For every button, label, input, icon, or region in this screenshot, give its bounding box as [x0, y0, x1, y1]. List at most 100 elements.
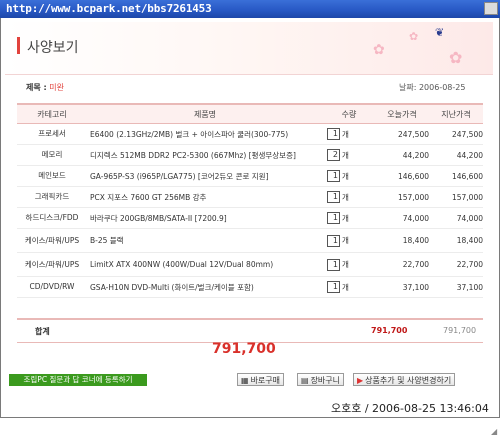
add-change-button[interactable]: ▶ 상품추가 및 사양변경하기 — [353, 373, 456, 386]
date-line: 날짜: 2006-08-25 — [399, 82, 465, 93]
shop-icon: ▦ — [241, 376, 249, 385]
row-prev-price: 22,700 — [429, 252, 483, 277]
table-row: 메인보드 GA-965P-S3 (i965P/LGA775) [코어2듀오 콘로… — [17, 165, 483, 187]
row-qty: 1개 — [323, 123, 375, 145]
row-qty: 1개 — [323, 228, 375, 253]
row-qty: 2개 — [323, 144, 375, 166]
flower-icon: ✿ — [409, 30, 419, 43]
row-product: 바라쿠다 200GB/8MB/SATA-II [7200.9] — [87, 207, 323, 229]
table-row: 메모리 디지렉스 512MB DDR2 PC2-5300 (667Mhz) [평… — [17, 144, 483, 166]
total-prev-price: 791,700 — [443, 326, 477, 335]
table-row: 프로세서 E6400 (2.13GHz/2MB) 벌크 + 아이스파아 쿨러(3… — [17, 123, 483, 145]
total-label: 합계 — [35, 327, 50, 336]
row-qty: 1개 — [323, 207, 375, 229]
row-category: 케이스/파워/UPS — [17, 252, 87, 277]
row-product: LimitX ATX 400NW (400W/Dual 12V/Dual 80m… — [87, 252, 323, 277]
row-product: GSA-H10N DVD-Multi (화이트/벌크/케이블 포함) — [87, 276, 323, 298]
row-product: E6400 (2.13GHz/2MB) 벌크 + 아이스파아 쿨러(300-77… — [87, 123, 323, 145]
row-today-price: 44,200 — [375, 144, 429, 166]
subject-line: 제목 : 미완 — [26, 82, 64, 93]
qty-input[interactable]: 1 — [327, 234, 340, 247]
qty-input[interactable]: 2 — [327, 149, 340, 161]
butterfly-icon: ❦ — [435, 26, 445, 39]
row-prev-price: 37,100 — [429, 276, 483, 298]
row-product: PCX 지포스 7600 GT 256MB 강추 — [87, 186, 323, 208]
qty-unit: 개 — [342, 192, 349, 202]
buy-now-label: 바로구매 — [250, 376, 281, 385]
spec-table: 카테고리 제품명 수량 오늘가격 지난가격 프로세서 E6400 (2.13GH… — [17, 103, 483, 298]
qty-input[interactable]: 1 — [327, 128, 340, 140]
row-prev-price: 18,400 — [429, 228, 483, 253]
row-qty: 1개 — [323, 276, 375, 298]
col-header-prev-price: 지난가격 — [429, 103, 483, 124]
row-category: 케이스/파워/UPS — [17, 228, 87, 253]
close-icon[interactable] — [484, 2, 498, 15]
register-qna-button[interactable]: 조립PC 질문과 답 코너에 등록하기 — [9, 374, 147, 386]
table-row: 하드디스크/FDD 바라쿠다 200GB/8MB/SATA-II [7200.9… — [17, 207, 483, 229]
row-prev-price: 146,600 — [429, 165, 483, 187]
grand-total: 791,700 — [212, 341, 276, 357]
resize-grip-icon[interactable]: ◢ — [491, 427, 499, 436]
qty-input[interactable]: 1 — [327, 258, 340, 271]
col-header-product: 제품명 — [87, 103, 323, 124]
total-today-price: 791,700 — [371, 326, 408, 335]
row-qty: 1개 — [323, 252, 375, 277]
row-today-price: 247,500 — [375, 123, 429, 145]
page-title: 사양보기 — [27, 40, 79, 56]
url-overlay-text: http://www.bcpark.net/bbs7261453 — [6, 2, 212, 15]
row-qty: 1개 — [323, 186, 375, 208]
qty-input[interactable]: 1 — [327, 170, 340, 182]
row-prev-price: 247,500 — [429, 123, 483, 145]
add-change-label: 상품추가 및 사양변경하기 — [365, 376, 452, 385]
row-product: GA-965P-S3 (i965P/LGA775) [코어2듀오 콘로 지원] — [87, 165, 323, 187]
row-prev-price: 74,000 — [429, 207, 483, 229]
buy-now-button[interactable]: ▦ 바로구매 — [237, 373, 285, 386]
row-category: 하드디스크/FDD — [17, 207, 87, 229]
qty-unit: 개 — [342, 171, 349, 181]
cart-icon: ▤ — [301, 376, 309, 385]
table-row: CD/DVD/RW GSA-H10N DVD-Multi (화이트/벌크/케이블… — [17, 276, 483, 298]
qty-unit: 개 — [342, 236, 349, 245]
watermark-text: 오호호 / 2006-08-25 13:46:04 — [331, 402, 489, 415]
row-qty: 1개 — [323, 165, 375, 187]
qty-unit: 개 — [342, 150, 349, 160]
row-category: 그래픽카드 — [17, 186, 87, 208]
cart-label: 장바구니 — [310, 376, 341, 385]
qty-input[interactable]: 1 — [327, 191, 340, 203]
table-row: 그래픽카드 PCX 지포스 7600 GT 256MB 강추 1개 157,00… — [17, 186, 483, 208]
cart-button[interactable]: ▤ 장바구니 — [297, 373, 345, 386]
arrow-right-icon: ▶ — [357, 376, 364, 385]
row-category: 프로세서 — [17, 123, 87, 145]
table-row: 케이스/파워/UPS B-25 블랙 1개 18,400 18,400 — [17, 228, 483, 253]
col-header-category: 카테고리 — [17, 103, 87, 124]
flower-icon: ✿ — [449, 48, 463, 67]
total-row: 합계 791,700 791,700 — [17, 318, 483, 343]
popup-window: 사양보기 ✿ ✿ ✿ ❦ 제목 : 미완 날짜: 2006-08-25 카테고리… — [0, 18, 500, 436]
flower-icon: ✿ — [373, 42, 385, 58]
row-prev-price: 44,200 — [429, 144, 483, 166]
table-row: 케이스/파워/UPS LimitX ATX 400NW (400W/Dual 1… — [17, 252, 483, 277]
qty-input[interactable]: 1 — [327, 281, 340, 293]
page-header: 사양보기 ✿ ✿ ✿ ❦ — [5, 22, 493, 75]
row-today-price: 74,000 — [375, 207, 429, 229]
qty-unit: 개 — [342, 213, 349, 223]
row-category: CD/DVD/RW — [17, 276, 87, 298]
row-today-price: 157,000 — [375, 186, 429, 208]
qty-unit: 개 — [342, 129, 349, 139]
row-prev-price: 157,000 — [429, 186, 483, 208]
row-today-price: 37,100 — [375, 276, 429, 298]
table-header-row: 카테고리 제품명 수량 오늘가격 지난가격 — [17, 103, 483, 124]
date-label: 날짜: — [399, 83, 417, 92]
row-product: 디지렉스 512MB DDR2 PC2-5300 (667Mhz) [평생무상보… — [87, 144, 323, 166]
row-category: 메인보드 — [17, 165, 87, 187]
qty-unit: 개 — [342, 260, 349, 269]
row-today-price: 22,700 — [375, 252, 429, 277]
row-product: B-25 블랙 — [87, 228, 323, 253]
qty-input[interactable]: 1 — [327, 212, 340, 224]
subject-value: 미완 — [49, 83, 64, 92]
row-today-price: 18,400 — [375, 228, 429, 253]
col-header-today-price: 오늘가격 — [375, 103, 429, 124]
window-titlebar: http://www.bcpark.net/bbs7261453 — [0, 0, 500, 18]
row-category: 메모리 — [17, 144, 87, 166]
col-header-qty: 수량 — [323, 103, 375, 124]
